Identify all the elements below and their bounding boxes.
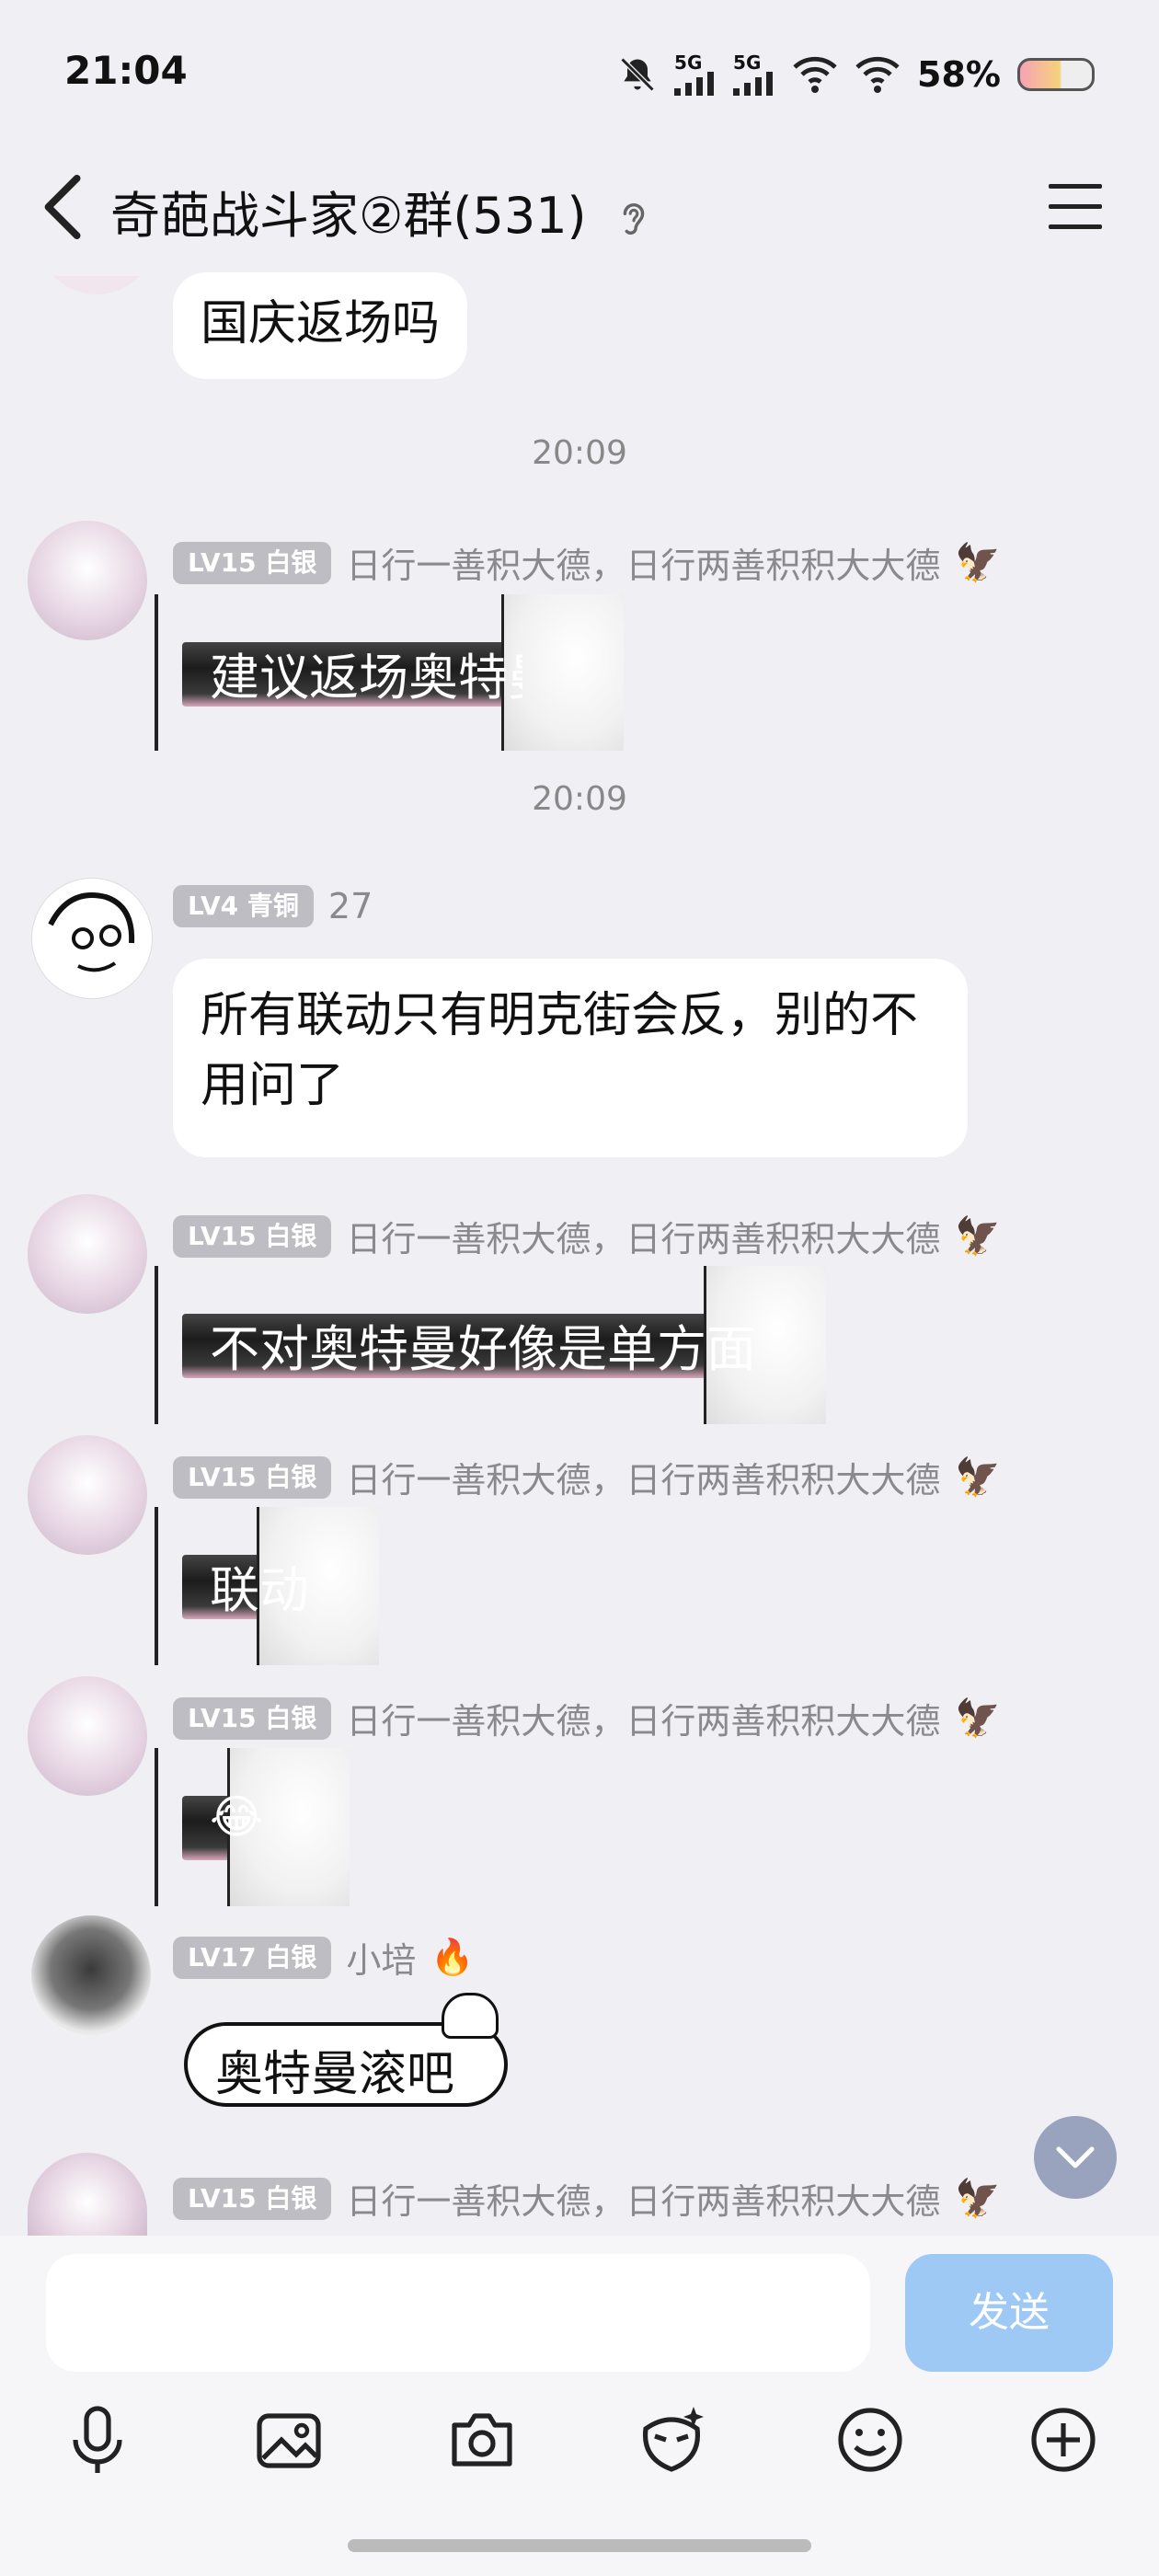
message-text: 奥特曼滚吧 [215,2047,455,2102]
back-arrow-icon[interactable] [37,175,92,239]
flame-icon: 🔥 [430,1937,475,1977]
camera-icon[interactable] [445,2403,519,2477]
avatar[interactable] [28,521,147,640]
signal-bars-icon [733,72,774,96]
chick-sticker [442,1993,499,2039]
message-bubble[interactable]: 不对奥特曼好像是单方面 [155,1266,826,1424]
avatar[interactable] [28,1194,147,1314]
status-icons: 5G 5G 58% [617,53,1095,96]
message-text: 😂 [210,1790,264,1844]
scroll-to-bottom-button[interactable] [1034,2116,1117,2199]
wifi-icon [855,56,900,93]
level-badge: LV15 白银 [173,2177,332,2220]
level-badge: LV15 白银 [173,1214,332,1258]
message-text: 建议返场奥特曼 [210,649,522,707]
network-type-label: 5G [733,52,762,74]
mute-bell-icon [620,57,655,92]
sender-meta: LV15 白银 日行一善积大德，日行两善积积大大德 🦅 [173,1452,1001,1502]
avatar[interactable] [28,1676,147,1796]
message-input[interactable] [46,2254,870,2372]
eagle-icon: 🦅 [955,1456,1002,1499]
sender-meta: LV4 青铜 27 [173,885,373,927]
message-bubble[interactable]: 建议返场奥特曼 [155,594,624,751]
home-indicator[interactable] [348,2539,811,2552]
eagle-icon: 🦅 [955,1697,1002,1740]
sender-name[interactable]: 日行一善积大德，日行两善积积大大德 [346,1211,940,1261]
microphone-icon[interactable] [61,2403,134,2477]
emoji-icon[interactable] [833,2403,907,2477]
image-icon[interactable] [252,2403,326,2477]
level-badge: LV4 青铜 [173,885,314,927]
sender-name[interactable]: 日行一善积大德，日行两善积积大大德 [346,1693,940,1743]
menu-icon[interactable] [1047,180,1104,232]
message-bubble[interactable]: 国庆返场吗 [173,272,468,379]
avatar[interactable] [28,2153,147,2236]
time-separator: 20:09 [532,434,627,472]
sender-meta: LV15 白银 日行一善积大德，日行两善积积大大德 🦅 [173,1693,1001,1743]
level-badge: LV15 白银 [173,541,332,584]
battery-percent: 58% [917,54,1001,95]
sender-meta: LV15 白银 日行一善积大德，日行两善积积大大德 🦅 [173,537,1001,588]
level-badge: LV17 白银 [173,1936,332,1979]
chevron-down-icon [1056,2146,1095,2168]
plus-icon[interactable] [1027,2403,1100,2477]
signal-bars-icon [674,72,715,96]
avatar[interactable] [28,1435,147,1555]
chat-title: 奇葩战斗家②群(531) [110,187,587,245]
avatar[interactable] [31,878,153,999]
sender-name[interactable]: 日行一善积大德，日行两善积积大大德 [346,2173,940,2224]
sender-name[interactable]: 日行一善积大德，日行两善积积大大德 [346,1452,940,1502]
message-bubble[interactable]: 所有联动只有明克街会反，别的不用问了 [173,959,968,1157]
sender-meta: LV17 白银 小培 🔥 [173,1932,475,1983]
eagle-icon: 🦅 [955,2178,1002,2220]
chat-title-row: 奇葩战斗家②群(531) [110,175,652,247]
message-bubble[interactable]: 联动 [155,1507,379,1665]
sticker-icon[interactable] [635,2403,708,2477]
sender-name[interactable]: 日行一善积大德，日行两善积积大大德 [346,537,940,588]
wifi-plus-icon [793,56,837,93]
message-bubble[interactable]: 😂 [155,1748,350,1906]
eagle-icon: 🦅 [955,542,1002,584]
network-type-label: 5G [674,52,703,74]
message-text: 联动 [210,1561,309,1619]
status-time: 21:04 [64,48,188,93]
signal-1: 5G [674,53,717,96]
send-button[interactable]: 发送 [905,2254,1113,2372]
level-badge: LV15 白银 [173,1696,332,1740]
level-badge: LV15 白银 [173,1455,332,1499]
signal-2: 5G [733,53,775,96]
message-text: 不对奥特曼好像是单方面 [210,1320,756,1378]
avatar-sketch [48,892,135,972]
message-bubble[interactable]: 奥特曼滚吧 [184,1993,508,2107]
sender-meta: LV15 白银 日行一善积大德，日行两善积积大大德 🦅 [173,1211,1001,1261]
sender-name[interactable]: 小培 [346,1932,416,1983]
ear-icon[interactable] [615,198,652,240]
sender-meta: LV15 白银 日行一善积大德，日行两善积积大大德 🦅 [173,2173,1001,2224]
eagle-icon: 🦅 [955,1215,1002,1258]
sender-name[interactable]: 27 [328,886,373,926]
time-separator: 20:09 [532,780,627,818]
avatar[interactable] [31,1915,151,2035]
battery-icon [1017,58,1095,91]
